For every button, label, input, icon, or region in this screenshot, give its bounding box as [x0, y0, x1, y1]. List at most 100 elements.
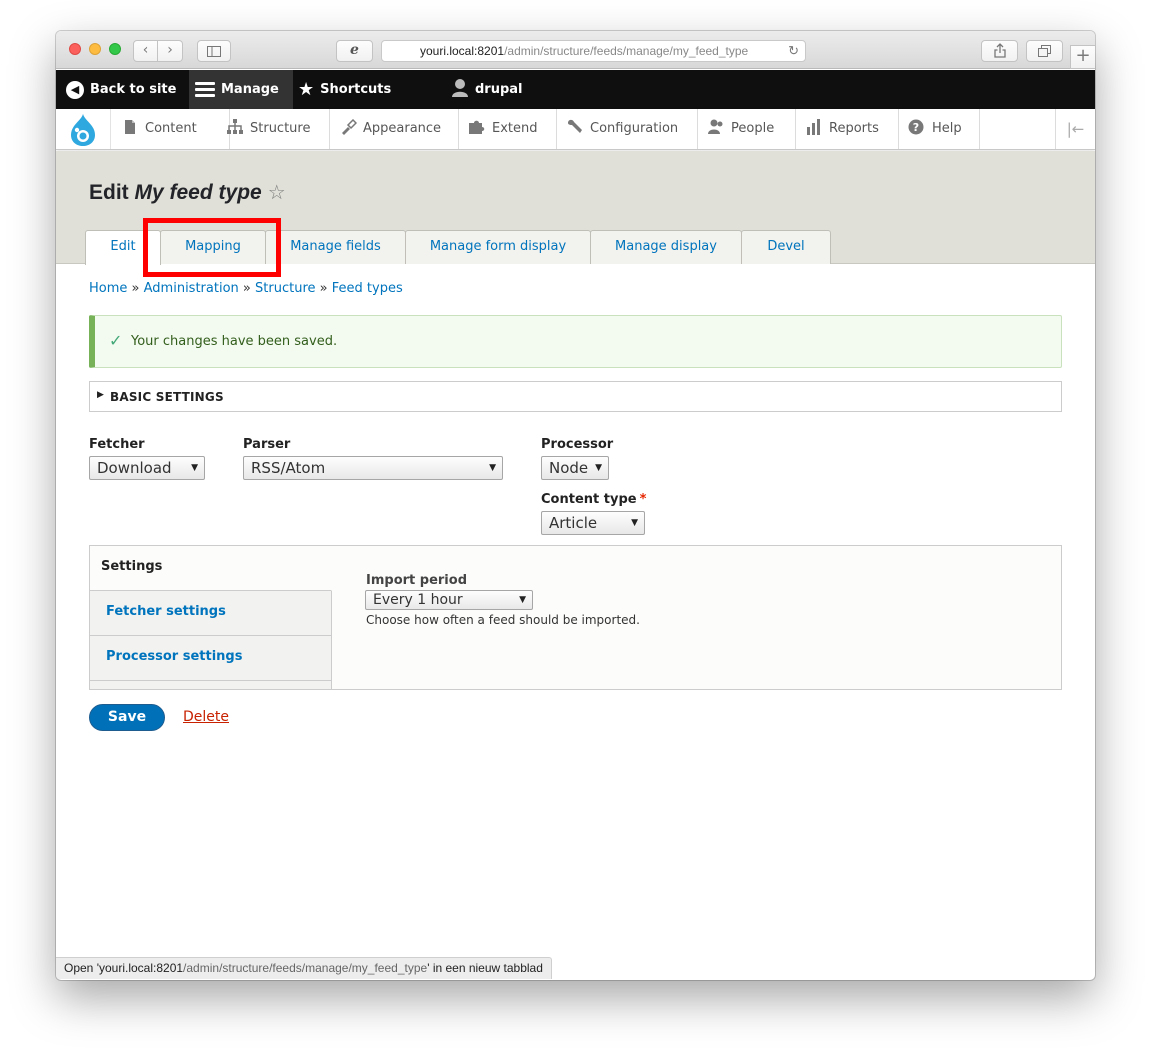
- tabs-icon: [1037, 45, 1051, 57]
- admin-menu-structure[interactable]: Structure: [216, 109, 330, 149]
- share-button[interactable]: [981, 40, 1018, 62]
- help-icon: ?: [908, 119, 924, 134]
- content-type-label-text: Content type: [541, 492, 637, 507]
- admin-menu-help-label: Help: [932, 121, 962, 136]
- vertical-tab-fetcher-settings[interactable]: Fetcher settings: [90, 591, 331, 636]
- tab-overview-button[interactable]: [1026, 40, 1063, 62]
- drupal-toolbar: ◀ Back to site Manage ★ Shortcuts drupal: [56, 70, 1095, 109]
- content-type-select-value: Article: [549, 514, 598, 532]
- processor-select[interactable]: Node ▼: [541, 456, 609, 480]
- brush-icon: [342, 118, 357, 135]
- wrench-icon: [568, 119, 582, 133]
- admin-menu: Content Structure Appearance Extend Conf…: [56, 109, 1095, 150]
- shortcuts-label: Shortcuts: [320, 82, 392, 97]
- admin-menu-appearance[interactable]: Appearance: [329, 109, 459, 149]
- breadcrumb: Home » Administration » Structure » Feed…: [89, 281, 403, 296]
- parser-select[interactable]: RSS/Atom ▼: [243, 456, 503, 480]
- content-type-select[interactable]: Article ▼: [541, 511, 645, 535]
- user-label: drupal: [475, 82, 523, 97]
- bar-chart-icon: [807, 118, 820, 135]
- status-message-text: Your changes have been saved.: [131, 334, 338, 349]
- screenshot-stage: ‹ › e youri.local:8201/admin/structure/f…: [0, 0, 1151, 1060]
- breadcrumb-separator: »: [319, 281, 328, 296]
- import-period-select[interactable]: Every 1 hour ▼: [365, 590, 533, 610]
- document-icon: [125, 119, 135, 134]
- arrow-left-icon: ◀: [66, 80, 84, 99]
- chevron-left-icon: ‹: [142, 42, 149, 58]
- status-message: ✓ Your changes have been saved.: [89, 315, 1062, 368]
- browser-back-button[interactable]: ‹: [133, 40, 158, 62]
- manage-label: Manage: [221, 82, 279, 97]
- caret-down-icon: ▼: [191, 463, 198, 473]
- required-marker: *: [639, 492, 647, 507]
- puzzle-icon: [469, 120, 485, 134]
- content-type-label: Content type *: [541, 492, 646, 507]
- tab-manage-form-display-label: Manage form display: [429, 239, 567, 254]
- new-tab-button[interactable]: +: [1070, 45, 1095, 69]
- delete-link[interactable]: Delete: [183, 709, 229, 725]
- admin-menu-extend[interactable]: Extend: [458, 109, 557, 149]
- status-bar-prefix: Open ': [64, 961, 99, 975]
- admin-menu-content[interactable]: Content: [111, 109, 230, 149]
- tab-manage-display-label: Manage display: [615, 239, 717, 254]
- address-bar[interactable]: youri.local:8201/admin/structure/feeds/m…: [381, 40, 806, 62]
- reload-icon[interactable]: ↻: [788, 41, 799, 61]
- vertical-tab-processor-settings[interactable]: Processor settings: [90, 636, 331, 681]
- admin-menu-configuration[interactable]: Configuration: [556, 109, 698, 149]
- tab-manage-fields[interactable]: Manage fields: [265, 230, 406, 264]
- tab-devel[interactable]: Devel: [741, 230, 831, 264]
- url-path: /admin/structure/feeds/manage/my_feed_ty…: [504, 44, 749, 58]
- zoom-window-button[interactable]: [109, 43, 121, 55]
- drupal-logo[interactable]: [56, 109, 111, 149]
- import-period-label: Import period: [366, 573, 467, 588]
- caret-down-icon: ▼: [489, 463, 496, 473]
- tab-manage-fields-label: Manage fields: [290, 239, 381, 254]
- sidebar-icon: [207, 46, 221, 57]
- browser-engine-button[interactable]: e: [336, 40, 373, 62]
- save-button[interactable]: Save: [89, 704, 165, 731]
- vertical-tab-settings[interactable]: Settings: [90, 546, 332, 591]
- page-title-prefix: Edit: [89, 181, 135, 204]
- user-tab[interactable]: drupal: [451, 70, 523, 109]
- tab-manage-display[interactable]: Manage display: [590, 230, 742, 264]
- breadcrumb-separator: »: [242, 281, 251, 296]
- url-text: youri.local:8201/admin/structure/feeds/m…: [420, 41, 748, 61]
- fetcher-select[interactable]: Download ▼: [89, 456, 205, 480]
- import-period-select-value: Every 1 hour: [373, 592, 463, 608]
- breadcrumb-home[interactable]: Home: [89, 281, 127, 296]
- ie-icon: e: [350, 42, 359, 58]
- browser-chrome: ‹ › e youri.local:8201/admin/structure/f…: [56, 31, 1095, 69]
- tab-mapping-label: Mapping: [185, 239, 241, 254]
- status-bar-suffix: ' in een nieuw tabblad: [427, 961, 543, 975]
- breadcrumb-feed-types[interactable]: Feed types: [332, 281, 403, 296]
- tab-mapping[interactable]: Mapping: [160, 230, 266, 264]
- fetcher-label: Fetcher: [89, 437, 145, 452]
- page-title-name: My feed type: [134, 181, 262, 204]
- shortcuts-tab[interactable]: ★ Shortcuts: [298, 70, 391, 109]
- minimize-window-button[interactable]: [89, 43, 101, 55]
- admin-menu-structure-label: Structure: [250, 121, 311, 136]
- admin-menu-help[interactable]: ? Help: [898, 109, 980, 149]
- admin-menu-extend-label: Extend: [492, 121, 538, 136]
- star-outline-icon[interactable]: ☆: [268, 182, 286, 204]
- close-window-button[interactable]: [69, 43, 81, 55]
- user-icon: [452, 78, 468, 97]
- sitemap-icon: [227, 118, 243, 134]
- manage-tab[interactable]: Manage: [189, 70, 293, 109]
- vertical-tabs: Settings Fetcher settings Processor sett…: [89, 545, 1062, 690]
- admin-menu-reports[interactable]: Reports: [795, 109, 899, 149]
- collapse-menu-button[interactable]: |←: [1055, 109, 1095, 149]
- tab-edit-label: Edit: [110, 239, 136, 254]
- breadcrumb-structure[interactable]: Structure: [255, 281, 315, 296]
- admin-menu-people[interactable]: People: [697, 109, 796, 149]
- basic-settings-details[interactable]: ▶ BASIC SETTINGS: [89, 381, 1062, 412]
- tab-manage-form-display[interactable]: Manage form display: [405, 230, 591, 264]
- back-to-site-link[interactable]: ◀ Back to site: [66, 70, 176, 109]
- breadcrumb-administration[interactable]: Administration: [144, 281, 239, 296]
- sidebar-toggle-button[interactable]: [197, 40, 231, 62]
- drupal-drop-icon: [71, 114, 95, 146]
- browser-forward-button[interactable]: ›: [158, 40, 183, 62]
- tab-edit[interactable]: Edit: [85, 230, 161, 265]
- star-icon: ★: [298, 79, 315, 100]
- tab-devel-label: Devel: [767, 239, 805, 254]
